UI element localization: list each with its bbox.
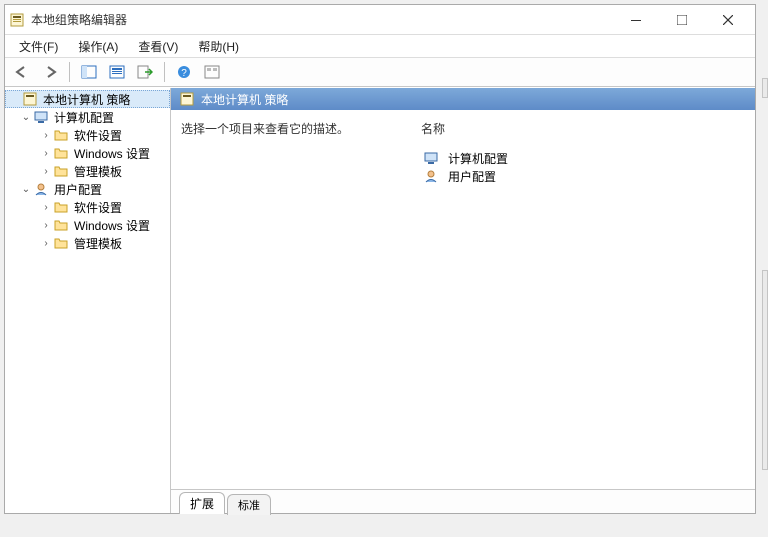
- menubar: 文件(F) 操作(A) 查看(V) 帮助(H): [5, 35, 755, 57]
- maximize-button[interactable]: [659, 6, 705, 34]
- menu-file[interactable]: 文件(F): [11, 36, 66, 57]
- properties-button[interactable]: [104, 60, 130, 84]
- tree-node-label: Windows 设置: [72, 145, 152, 162]
- expander-icon[interactable]: ›: [39, 220, 53, 231]
- tree-node-software-settings[interactable]: › 软件设置: [5, 126, 170, 144]
- computer-icon: [33, 109, 49, 125]
- tree-root-node[interactable]: ▸ 本地计算机 策略: [5, 90, 170, 108]
- tree-node-windows-settings[interactable]: › Windows 设置: [5, 144, 170, 162]
- back-button[interactable]: [9, 60, 35, 84]
- background-window-edge: [762, 270, 768, 470]
- expander-icon[interactable]: ⌄: [19, 184, 33, 195]
- menu-help[interactable]: 帮助(H): [190, 36, 247, 57]
- titlebar: 本地组策略编辑器: [5, 5, 755, 35]
- help-button[interactable]: ?: [171, 60, 197, 84]
- expander-icon[interactable]: ›: [39, 130, 53, 141]
- folder-icon: [53, 217, 69, 233]
- tree-node-computer-config[interactable]: ⌄ 计算机配置: [5, 108, 170, 126]
- tree-node-label: 管理模板: [72, 163, 124, 180]
- description-panel: 选择一个项目来查看它的描述。: [181, 120, 361, 489]
- folder-icon: [53, 199, 69, 215]
- expander-icon[interactable]: ›: [39, 238, 53, 249]
- policy-icon: [22, 91, 38, 107]
- filter-button[interactable]: [199, 60, 225, 84]
- svg-text:?: ?: [181, 68, 187, 79]
- tab-extended[interactable]: 扩展: [179, 492, 225, 514]
- user-icon: [423, 168, 439, 184]
- tree-pane[interactable]: ▸ 本地计算机 策略 ⌄ 计算机配置 ›: [5, 88, 171, 513]
- policy-icon: [179, 91, 195, 107]
- view-tabs: 扩展 标准: [171, 489, 755, 513]
- tree-node-label: 软件设置: [72, 199, 124, 216]
- expander-icon[interactable]: ›: [39, 148, 53, 159]
- tree-node-windows-settings[interactable]: › Windows 设置: [5, 216, 170, 234]
- tree-node-label: Windows 设置: [72, 217, 152, 234]
- tree-node-label: 软件设置: [72, 127, 124, 144]
- description-text: 选择一个项目来查看它的描述。: [181, 122, 349, 136]
- toolbar-separator: [164, 62, 165, 82]
- expander-icon[interactable]: ⌄: [19, 112, 33, 123]
- minimize-button[interactable]: [613, 6, 659, 34]
- toolbar-separator: [69, 62, 70, 82]
- folder-icon: [53, 145, 69, 161]
- folder-icon: [53, 235, 69, 251]
- tree-node-user-config[interactable]: ⌄ 用户配置: [5, 180, 170, 198]
- list-item-label: 计算机配置: [448, 150, 508, 167]
- client-area: ▸ 本地计算机 策略 ⌄ 计算机配置 ›: [5, 87, 755, 513]
- tree-node-admin-templates[interactable]: › 管理模板: [5, 234, 170, 252]
- close-button[interactable]: [705, 6, 751, 34]
- list-panel: 名称 计算机配置 用户配置: [421, 120, 745, 489]
- window-controls: [613, 6, 751, 34]
- app-window: 本地组策略编辑器 文件(F) 操作(A) 查看(V) 帮助(H) ? ▸: [4, 4, 756, 514]
- tree-node-label: 用户配置: [52, 181, 104, 198]
- user-icon: [33, 181, 49, 197]
- menu-view[interactable]: 查看(V): [130, 36, 186, 57]
- menu-action[interactable]: 操作(A): [70, 36, 126, 57]
- tree-node-label: 管理模板: [72, 235, 124, 252]
- background-window-edge: [762, 78, 768, 98]
- export-button[interactable]: [132, 60, 158, 84]
- computer-icon: [423, 150, 439, 166]
- list-item[interactable]: 计算机配置: [421, 149, 745, 167]
- tree-node-label: 计算机配置: [52, 109, 116, 126]
- folder-icon: [53, 127, 69, 143]
- list-item-label: 用户配置: [448, 168, 496, 185]
- list-item[interactable]: 用户配置: [421, 167, 745, 185]
- show-tree-button[interactable]: [76, 60, 102, 84]
- forward-button[interactable]: [37, 60, 63, 84]
- content-title: 本地计算机 策略: [201, 91, 288, 108]
- content-body: 选择一个项目来查看它的描述。 名称 计算机配置 用户配置: [171, 110, 755, 489]
- expander-icon[interactable]: ›: [39, 166, 53, 177]
- window-title: 本地组策略编辑器: [31, 11, 613, 28]
- app-icon: [9, 12, 25, 28]
- tab-standard[interactable]: 标准: [227, 494, 271, 515]
- content-pane: 本地计算机 策略 选择一个项目来查看它的描述。 名称 计算机配置 用户配置: [171, 88, 755, 513]
- tree-node-label: 本地计算机 策略: [41, 91, 132, 108]
- content-header: 本地计算机 策略: [171, 88, 755, 110]
- folder-icon: [53, 163, 69, 179]
- tree-node-software-settings[interactable]: › 软件设置: [5, 198, 170, 216]
- toolbar: ?: [5, 57, 755, 87]
- expander-icon[interactable]: ›: [39, 202, 53, 213]
- tree-node-admin-templates[interactable]: › 管理模板: [5, 162, 170, 180]
- column-header-name[interactable]: 名称: [421, 120, 745, 143]
